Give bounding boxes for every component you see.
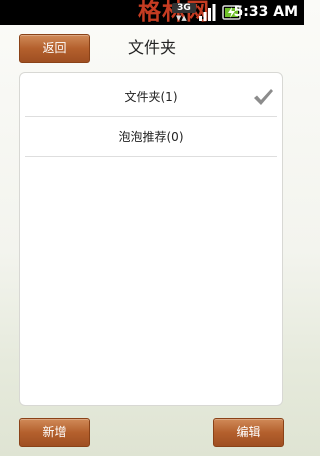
network-3g-icon: 3G ▼▲: [172, 3, 196, 22]
folder-item-label: 泡泡推荐(0): [118, 130, 184, 144]
new-folder-button[interactable]: 新增: [19, 418, 90, 447]
page-title: 文件夹: [127, 38, 176, 57]
status-clock: 5:33 AM: [233, 4, 298, 20]
checkmark-icon: [252, 87, 274, 107]
edit-button[interactable]: 编辑: [213, 418, 284, 447]
data-arrows-icon: ▼▲: [176, 14, 187, 22]
signal-bars-icon: [198, 3, 217, 22]
folder-list: 文件夹(1) 泡泡推荐(0): [19, 72, 283, 406]
network-type-label: 3G: [172, 3, 196, 13]
status-bar: 格林网 3G ▼▲ 5:33 AM: [0, 0, 304, 25]
folder-item-2[interactable]: 泡泡推荐(0): [25, 117, 277, 157]
folder-item-label: 文件夹(1): [124, 90, 178, 104]
folder-item-1[interactable]: 文件夹(1): [25, 77, 277, 117]
